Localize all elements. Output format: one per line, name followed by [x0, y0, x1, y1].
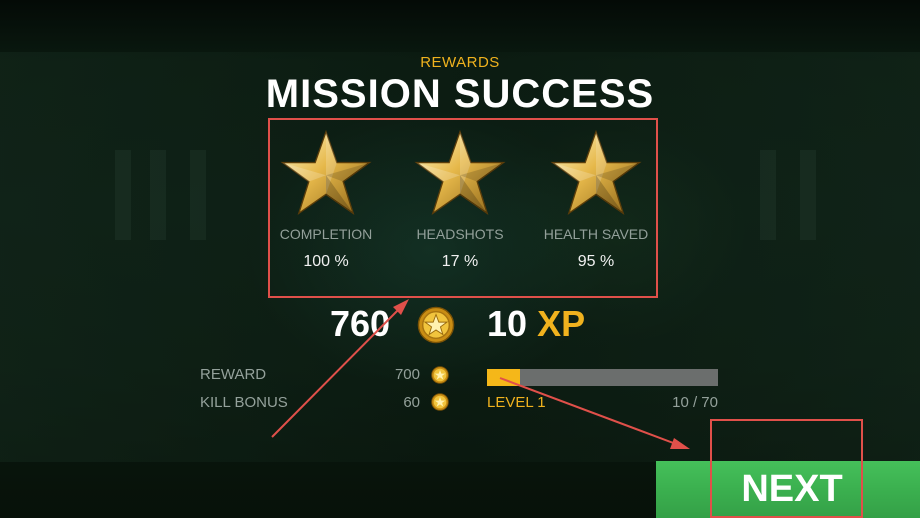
- star-completion: COMPLETION 100 %: [251, 130, 401, 271]
- star-label: HEADSHOTS: [416, 226, 504, 242]
- next-button-label: NEXT: [741, 468, 843, 510]
- level-label: LEVEL 1: [487, 394, 546, 411]
- level-progress-text: 10 / 70: [672, 394, 718, 411]
- star-label: HEALTH SAVED: [543, 226, 649, 242]
- xp-progress-fill: [487, 369, 521, 386]
- background-decoration: [800, 150, 816, 240]
- background-decoration: [190, 150, 206, 240]
- star-icon: [550, 130, 642, 215]
- page-title: MISSION SUCCESS: [265, 72, 655, 116]
- star-label: COMPLETION: [279, 226, 373, 242]
- star-icon: [414, 130, 506, 215]
- next-button[interactable]: NEXT: [656, 461, 920, 518]
- xp-total: 10 XP: [487, 303, 585, 345]
- xp-value: 10: [487, 303, 528, 344]
- coins-total: 760: [330, 303, 391, 344]
- rewards-eyebrow: REWARDS: [420, 54, 500, 71]
- xp-progress-bar: [487, 369, 718, 386]
- background-decoration: [760, 150, 776, 240]
- star-value: 100 %: [303, 253, 349, 270]
- star-headshots: HEADSHOTS 17 %: [385, 130, 535, 271]
- breakdown-label-kill-bonus: KILL BONUS: [200, 394, 288, 411]
- background-decoration: [150, 150, 166, 240]
- star-health-saved: HEALTH SAVED 95 %: [521, 130, 671, 271]
- breakdown-value-reward: 700: [394, 366, 420, 383]
- background-decoration: [115, 150, 131, 240]
- xp-unit: XP: [537, 303, 586, 344]
- breakdown-label-reward: REWARD: [200, 366, 267, 383]
- gold-coin-icon: [417, 306, 455, 344]
- star-value: 17 %: [441, 253, 479, 270]
- star-value: 95 %: [577, 253, 615, 270]
- star-icon: [280, 130, 372, 215]
- gold-coin-icon: [431, 366, 449, 384]
- gold-coin-icon: [431, 393, 449, 411]
- breakdown-value-kill-bonus: 60: [403, 394, 420, 411]
